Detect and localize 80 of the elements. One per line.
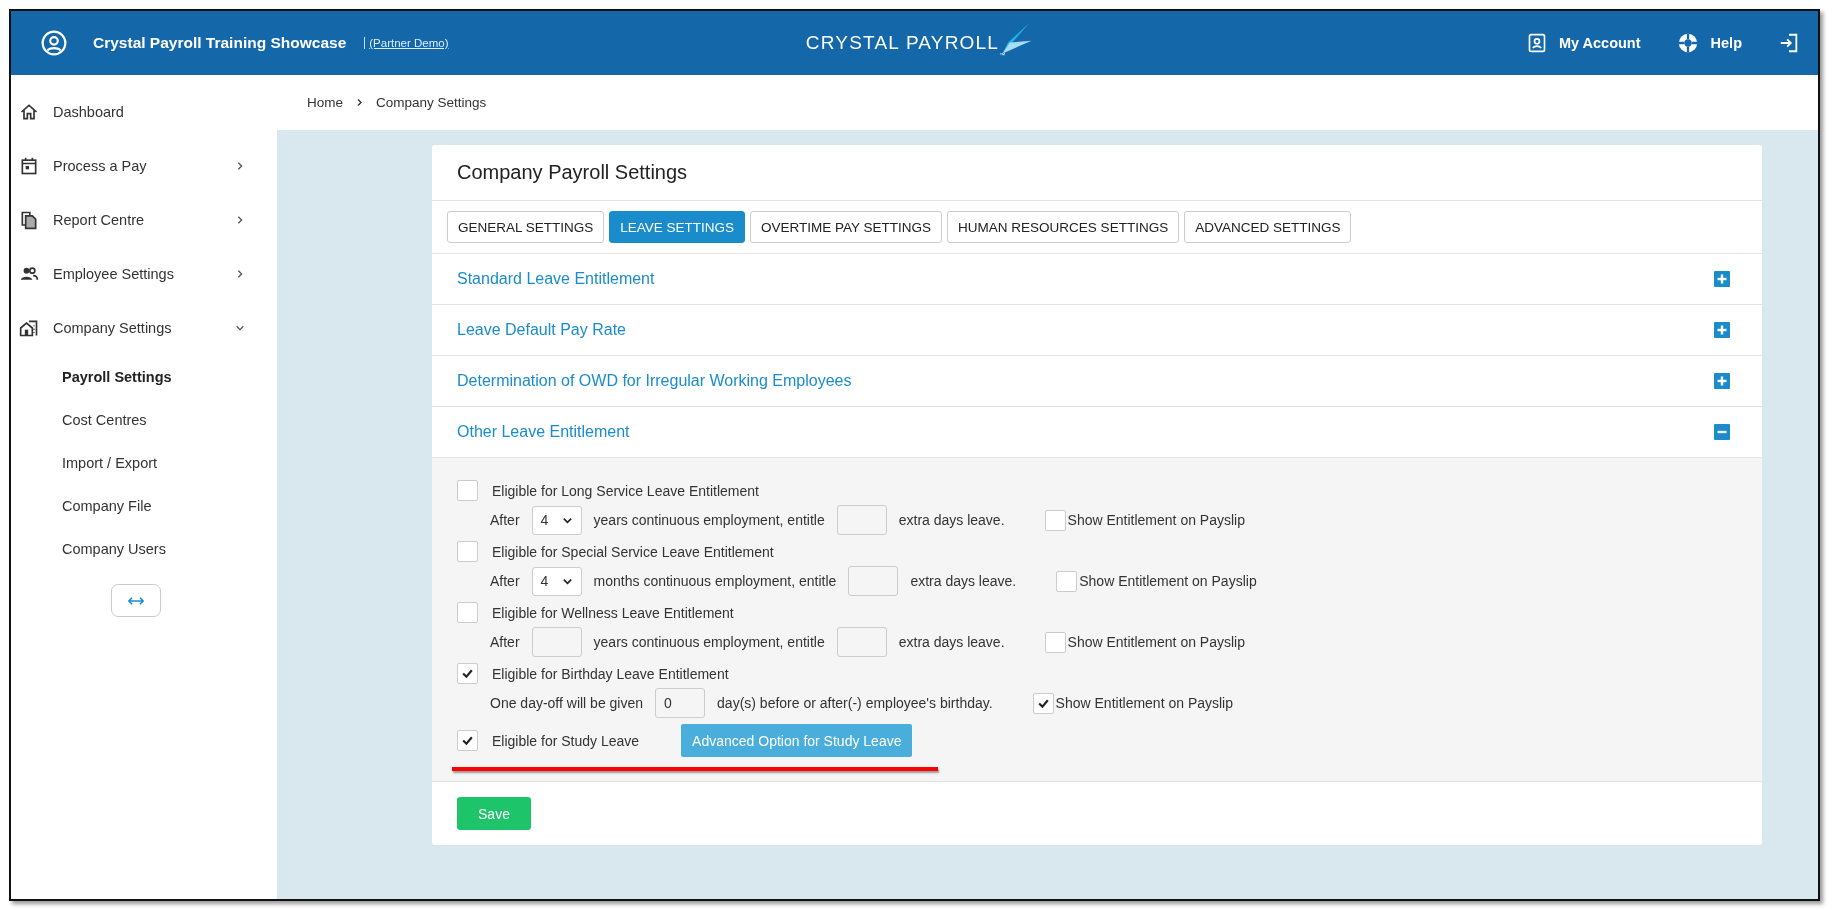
help-link[interactable]: Help <box>1676 32 1742 54</box>
tab[interactable]: LEAVE SETTINGS <box>609 211 746 243</box>
help-lifebuoy-icon <box>1676 32 1699 54</box>
detail-text: years continuous employment, entitle <box>593 634 825 650</box>
logo-text: CRYSTAL PAYROLL <box>805 32 1000 54</box>
checkbox-label: Show Entitlement on Payslip <box>1079 573 1257 589</box>
checkbox-label: Show Entitlement on Payslip <box>1055 695 1234 711</box>
detail-text: extra days leave. <box>898 634 1005 650</box>
detail-text: day(s) before or after(-) employee's birthday. <box>717 695 993 711</box>
detail-text: months continuous employment, entitle <box>593 573 837 589</box>
checkbox[interactable] <box>457 480 478 501</box>
input-field[interactable] <box>836 505 887 535</box>
app-title: Crystal Payroll Training Showcase <box>93 34 347 52</box>
expand-icon[interactable] <box>1714 322 1730 338</box>
checkbox[interactable] <box>457 541 478 562</box>
checkbox[interactable] <box>457 730 478 751</box>
menu-item-icon <box>19 210 39 230</box>
checkbox[interactable] <box>1056 570 1078 592</box>
section-header-link[interactable]: Determination of OWD for Irregular Working Employees <box>457 372 1714 390</box>
detail-text: After <box>490 573 520 589</box>
detail-text: years continuous employment, entitle <box>593 512 825 528</box>
submenu-item[interactable]: Company File <box>11 484 152 527</box>
detail-text: After <box>490 512 520 528</box>
breadcrumb-link[interactable]: Company Settings <box>376 95 487 110</box>
sidebar-item[interactable]: Report Centre <box>11 193 277 247</box>
checkmark-icon <box>461 734 474 747</box>
checkbox[interactable] <box>457 663 478 684</box>
checkbox-label: Show Entitlement on Payslip <box>1067 512 1245 528</box>
input-field[interactable]: 0 <box>655 688 706 718</box>
breadcrumb-link[interactable]: Home <box>307 95 343 110</box>
sidebar-item[interactable]: Employee Settings <box>11 247 277 301</box>
submenu-item[interactable]: Import / Export <box>11 441 158 484</box>
sidebar-item[interactable]: Dashboard <box>11 85 277 139</box>
sidebar-item[interactable]: Company Settings <box>11 301 277 355</box>
checkbox-label: Show Entitlement on Payslip <box>1067 634 1245 650</box>
number-select[interactable]: 4 <box>531 505 582 535</box>
checkbox-label: Eligible for Birthday Leave Entitlement <box>492 665 729 682</box>
checkbox[interactable] <box>1032 692 1054 714</box>
tab[interactable]: GENERAL SETTINGS <box>447 211 605 243</box>
input-field[interactable] <box>836 627 887 657</box>
detail-text: One day-off will be given <box>490 695 644 711</box>
section-header-link[interactable]: Standard Leave Entitlement <box>457 270 1714 288</box>
partner-demo-link[interactable]: (Partner Demo) <box>369 37 449 49</box>
checkbox-label: Eligible for Wellness Leave Entitlement <box>492 604 734 621</box>
menu-item-icon <box>19 318 39 338</box>
checkmark-icon <box>461 667 474 680</box>
section-header-link[interactable]: Leave Default Pay Rate <box>457 321 1714 339</box>
input-field[interactable] <box>848 566 899 596</box>
collapse-sidebar-button[interactable] <box>111 584 161 617</box>
sidebar-item[interactable]: Process a Pay <box>11 139 277 193</box>
menu-item-icon <box>19 102 39 122</box>
checkbox[interactable] <box>1044 631 1066 653</box>
checkbox-label: Eligible for Special Service Leave Entitlement <box>492 543 774 560</box>
logout-icon[interactable] <box>1778 32 1800 54</box>
expand-icon[interactable] <box>1714 271 1730 287</box>
tab[interactable]: ADVANCED SETTINGS <box>1184 211 1352 243</box>
chevron-right-icon <box>355 98 364 107</box>
checkbox-label: Eligible for Study Leave <box>492 732 640 749</box>
checkbox-label: Eligible for Long Service Leave Entitlement <box>492 482 759 499</box>
checkbox[interactable] <box>457 602 478 623</box>
input-field[interactable] <box>531 627 582 657</box>
tab[interactable]: HUMAN RESOURCES SETTINGS <box>947 211 1180 243</box>
card-title: Company Payroll Settings <box>457 161 688 184</box>
expand-icon[interactable] <box>1714 373 1730 389</box>
submenu-item[interactable]: Payroll Settings <box>11 355 172 398</box>
submenu-item[interactable]: Cost Centres <box>11 398 147 441</box>
account-card-icon <box>1526 33 1547 53</box>
tab[interactable]: OVERTIME PAY SETTINGS <box>750 211 943 243</box>
my-account-link[interactable]: My Account <box>1526 33 1641 53</box>
section-header-link[interactable]: Other Leave Entitlement <box>457 423 1714 441</box>
detail-text: extra days leave. <box>898 512 1005 528</box>
collapse-icon[interactable] <box>1714 424 1730 440</box>
detail-text: extra days leave. <box>910 573 1017 589</box>
menu-item-icon <box>19 156 39 176</box>
user-circle-icon[interactable] <box>41 30 67 56</box>
checkbox[interactable] <box>1044 509 1066 531</box>
number-select[interactable]: 4 <box>531 566 582 596</box>
detail-text: After <box>490 634 520 650</box>
double-arrow-icon <box>128 596 144 605</box>
submenu-item[interactable]: Company Users <box>11 527 166 570</box>
